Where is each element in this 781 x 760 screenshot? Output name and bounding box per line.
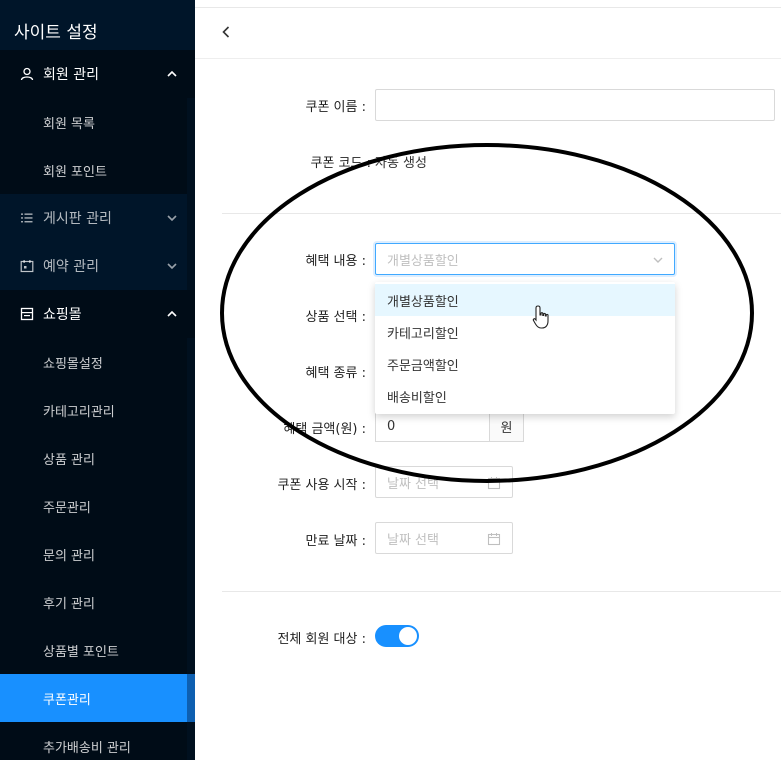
end-date-label: 만료 날짜 : [305,534,367,549]
toggle-knob [399,627,417,645]
benefit-label: 혜택 내용 : [305,254,367,269]
end-date-placeholder: 날짜 선택 [387,532,439,548]
coupon-code-value: 자동 생성 [375,156,427,171]
menu-item-shop-settings[interactable]: 쇼핑몰설정 [0,338,187,386]
amount-input[interactable]: 0 [375,410,489,442]
menu-item-member-list[interactable]: 회원 목록 [0,98,187,146]
dropdown-option-order-amount-discount[interactable]: 주문금액할인 [375,348,675,380]
menu-reservation-management[interactable]: 예약 관리 [0,242,195,290]
menu-item-inquiry-management[interactable]: 문의 관리 [0,530,187,578]
all-members-label: 전체 회원 대상 : [277,632,366,647]
menu-item-review-management[interactable]: 후기 관리 [0,578,187,626]
chevron-down-icon [167,263,177,270]
menu-item-category-management[interactable]: 카테고리관리 [0,386,187,434]
benefit-dropdown: 개별상품할인 카테고리할인 주문금액할인 배송비할인 [375,282,675,414]
benefit-select[interactable]: 개별상품할인 [375,243,675,275]
site-title: 사이트 설정 [14,23,98,43]
menu-shop[interactable]: 쇼핑몰 [0,290,195,338]
sidebar-scroll-track[interactable] [187,50,195,760]
product-select-label: 상품 선택 : [305,310,367,325]
coupon-code-label: 쿠폰 코드 : [310,156,372,171]
calendar-icon [19,258,35,274]
coupon-name-label: 쿠폰 이름 : [305,100,367,115]
coupon-name-input[interactable] [375,89,775,121]
menu-label: 쇼핑몰 [43,307,82,323]
menu-label: 게시판 관리 [43,211,112,227]
benefit-select-placeholder: 개별상품할인 [387,253,459,269]
calendar-icon [487,533,501,546]
section-divider [222,213,781,214]
back-button[interactable] [220,22,236,42]
dropdown-option-shipping-discount[interactable]: 배송비할인 [375,380,675,412]
menu-board-management[interactable]: 게시판 관리 [0,194,195,242]
user-icon [19,66,35,82]
chevron-up-icon [167,310,177,317]
benefit-type-label: 혜택 종류 : [305,366,367,381]
start-date-placeholder: 날짜 선택 [387,476,439,492]
all-members-toggle[interactable] [375,625,419,647]
shop-icon [19,306,35,322]
menu-label: 회원 관리 [43,67,99,83]
top-border [195,7,781,8]
menu-item-order-management[interactable]: 주문관리 [0,482,187,530]
calendar-icon [487,477,501,490]
amount-label: 혜택 금액(원) : [283,422,366,437]
start-date-label: 쿠폰 사용 시작 : [277,478,366,493]
header-divider [195,58,781,59]
chevron-down-icon [167,215,177,222]
chevron-down-icon [653,257,663,263]
sidebar: 사이트 설정 회원 관리 회원 목록 회원 포인트 게시판 관리 예약 관리 쇼… [0,0,195,760]
menu-member-management[interactable]: 회원 관리 [0,50,195,98]
end-date-picker[interactable]: 날짜 선택 [375,522,513,554]
menu-item-product-management[interactable]: 상품 관리 [0,434,187,482]
menu-item-product-points[interactable]: 상품별 포인트 [0,626,187,674]
chevron-left-icon [222,26,230,38]
menu-item-member-points[interactable]: 회원 포인트 [0,146,187,194]
chevron-up-icon [167,70,177,77]
menu-item-coupon-management[interactable]: 쿠폰관리 [0,674,195,722]
amount-unit: 원 [489,410,524,442]
hand-pointer-icon [532,305,549,329]
start-date-picker[interactable]: 날짜 선택 [375,466,513,498]
menu-label: 예약 관리 [43,259,99,275]
section-divider [222,591,781,592]
dropdown-option-product-discount[interactable]: 개별상품할인 [375,284,675,316]
dropdown-option-category-discount[interactable]: 카테고리할인 [375,316,675,348]
list-icon [19,210,35,226]
menu-item-extra-shipping[interactable]: 추가배송비 관리 [0,722,187,760]
